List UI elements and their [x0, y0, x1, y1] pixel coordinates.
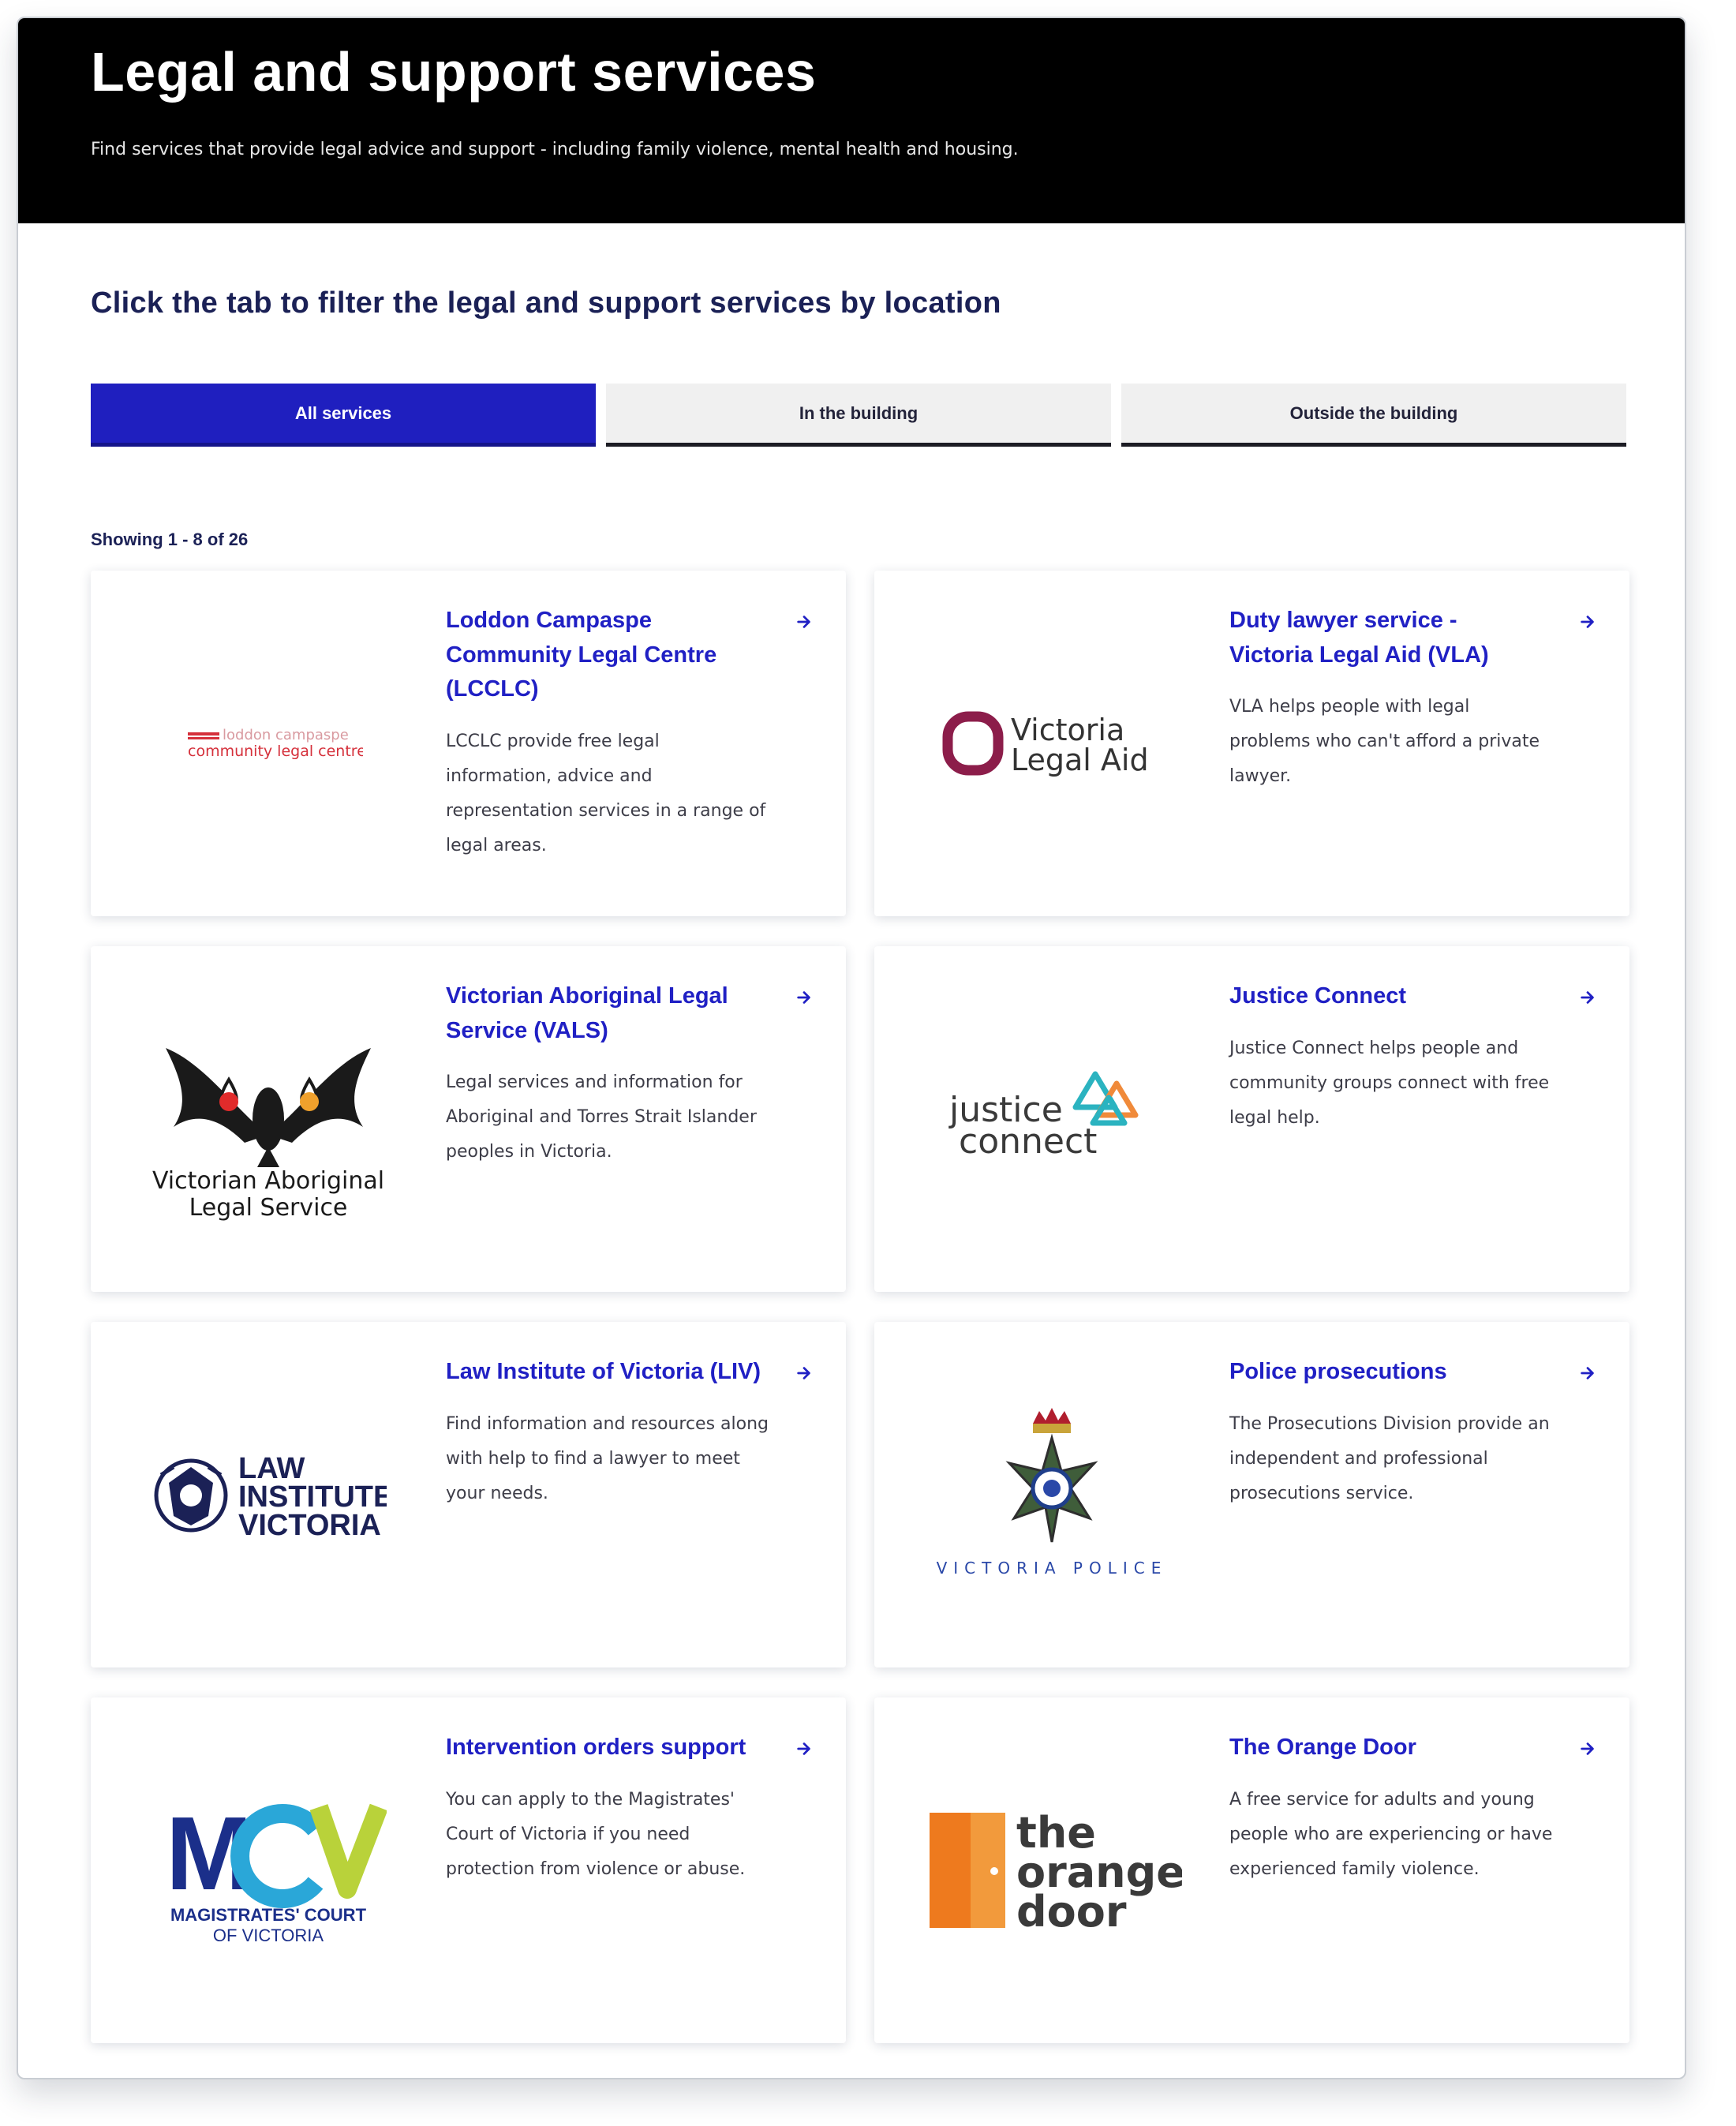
arrow-right-icon: [1581, 991, 1594, 1004]
justice-connect-logo: justice connect: [874, 946, 1229, 1292]
card-description: You can apply to the Magistrates' Court …: [446, 1789, 746, 1879]
tab-outside-the-building[interactable]: Outside the building: [1121, 384, 1626, 447]
mcv-logo-line2: OF VICTORIA: [213, 1926, 324, 1945]
service-card-lcclc[interactable]: loddon campaspe community legal centre L…: [91, 571, 846, 916]
lcclc-logo: loddon campaspe community legal centre: [91, 571, 446, 916]
arrow-right-icon: [1581, 1742, 1594, 1755]
lcclc-logo-line1: loddon campaspe: [223, 727, 349, 743]
page-frame: Legal and support services Find services…: [17, 17, 1686, 2079]
card-title[interactable]: Intervention orders support: [446, 1731, 746, 1765]
card-description: VLA helps people with legal problems who…: [1229, 697, 1540, 786]
victoria-police-logo: VICTORIA POLICE: [874, 1322, 1229, 1667]
arrow-right-icon: [797, 1367, 810, 1379]
tab-all-services[interactable]: All services: [91, 384, 596, 447]
liv-logo-line3: VICTORIA: [238, 1509, 381, 1542]
vla-logo: Victoria Legal Aid: [874, 571, 1229, 916]
filter-heading: Click the tab to filter the legal and su…: [91, 286, 1001, 320]
service-card-liv[interactable]: LAW INSTITUTE VICTORIA Law Institute of …: [91, 1322, 846, 1667]
arrow-right-icon: [797, 616, 810, 628]
lcclc-logo-line2: community legal centre: [188, 743, 363, 760]
justice-connect-logo-line2: connect: [959, 1121, 1097, 1162]
vals-logo-line2: Legal Service: [189, 1194, 348, 1222]
service-card-justice-connect[interactable]: justice connect Justice Connect Justice …: [874, 946, 1629, 1292]
card-description: Find information and resources along wit…: [446, 1413, 769, 1503]
card-description: A free service for adults and young peop…: [1229, 1789, 1553, 1879]
service-card-intervention-orders[interactable]: M MAGISTRATES' COURT OF VICTORIA Interve…: [91, 1697, 846, 2043]
results-count: Showing 1 - 8 of 26: [91, 530, 249, 549]
liv-logo: LAW INSTITUTE VICTORIA: [91, 1322, 446, 1667]
mcv-logo: M MAGISTRATES' COURT OF VICTORIA: [91, 1697, 446, 2043]
arrow-right-icon: [797, 991, 810, 1004]
vla-logo-line2: Legal Aid: [1011, 743, 1149, 777]
card-description: Justice Connect helps people and communi…: [1229, 1038, 1550, 1128]
services-grid: loddon campaspe community legal centre L…: [91, 571, 1629, 2043]
card-description: LCCLC provide free legal information, ad…: [446, 731, 766, 855]
card-description: Legal services and information for Abori…: [446, 1072, 757, 1162]
victoria-police-logo-text: VICTORIA POLICE: [937, 1559, 1168, 1578]
card-title[interactable]: Police prosecutions: [1229, 1355, 1447, 1390]
service-card-orange-door[interactable]: the orange door The Orange Door A free s…: [874, 1697, 1629, 2043]
arrow-right-icon: [797, 1742, 810, 1755]
card-description: The Prosecutions Division provide an ind…: [1229, 1413, 1550, 1503]
service-card-vals[interactable]: Victorian Aboriginal Legal Service Victo…: [91, 946, 846, 1292]
page-title: Legal and support services: [91, 41, 817, 103]
tab-in-the-building[interactable]: In the building: [606, 384, 1111, 447]
card-title[interactable]: Loddon Campaspe Community Legal Centre (…: [446, 604, 761, 707]
vals-logo-line1: Victorian Aboriginal: [152, 1167, 384, 1195]
card-title[interactable]: Law Institute of Victoria (LIV): [446, 1355, 761, 1390]
page-subtitle: Find services that provide legal advice …: [91, 140, 1019, 159]
card-title[interactable]: Duty lawyer service - Victoria Legal Aid…: [1229, 604, 1545, 672]
card-title[interactable]: The Orange Door: [1229, 1731, 1416, 1765]
service-card-vla[interactable]: Victoria Legal Aid Duty lawyer service -…: [874, 571, 1629, 916]
orange-door-logo-line3: door: [1016, 1887, 1127, 1937]
arrow-right-icon: [1581, 1367, 1594, 1379]
service-card-police[interactable]: VICTORIA POLICE Police prosecutions The …: [874, 1322, 1629, 1667]
location-tabs: All services In the building Outside the…: [91, 384, 1626, 447]
mcv-logo-line1: MAGISTRATES' COURT: [170, 1905, 367, 1925]
main-content: Click the tab to filter the legal and su…: [18, 286, 1685, 2043]
orange-door-logo: the orange door: [874, 1697, 1229, 2043]
card-title[interactable]: Justice Connect: [1229, 979, 1406, 1014]
vals-logo: Victorian Aboriginal Legal Service: [91, 946, 446, 1292]
card-title[interactable]: Victorian Aboriginal Legal Service (VALS…: [446, 979, 761, 1048]
hero-banner: Legal and support services Find services…: [18, 18, 1685, 223]
arrow-right-icon: [1581, 616, 1594, 628]
